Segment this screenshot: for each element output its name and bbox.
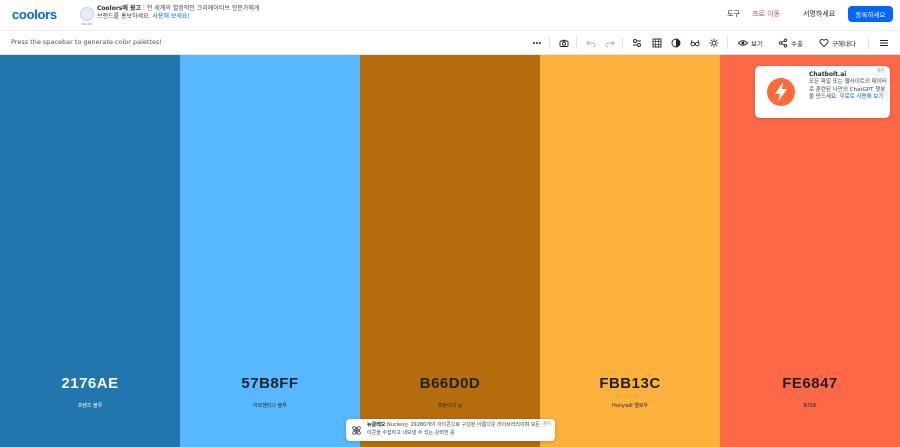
toolbar-divider — [727, 37, 728, 49]
sign-in-link[interactable]: 서명하세요 — [803, 9, 835, 19]
ad-card-cta[interactable]: 무료로 사용해 보기 — [840, 94, 884, 100]
toolbar-divider — [576, 37, 577, 49]
color-hex-code[interactable]: FE6847 — [720, 375, 900, 392]
export-label: 수출 — [791, 40, 803, 48]
color-column[interactable]: B66D0D 포탄이의 눈 — [360, 55, 540, 447]
adjust-palette-icon[interactable] — [632, 37, 642, 49]
save-button[interactable]: 구해내다 — [819, 37, 856, 49]
ad-card-body: 모든 파일 또는 웹사이트의 데이터로 훈련된 나만의 ChatGPT 챗봇을 … — [809, 79, 887, 102]
header-ad-cta[interactable]: 사용해 보세요! — [152, 13, 189, 20]
grid-view-icon[interactable] — [652, 37, 662, 49]
color-name: 프렌즈 블루 — [77, 403, 103, 409]
color-hex-code[interactable]: FBB13C — [540, 375, 720, 392]
nav-pro-link[interactable]: 프로 이동 — [752, 9, 780, 19]
color-name: 아르헨티나 블루 — [253, 403, 287, 409]
nucleo-logo-icon — [352, 426, 361, 435]
nav-tools-link[interactable]: 도구 — [727, 9, 740, 19]
eye-icon — [738, 40, 748, 46]
header-ad-lead: Coolors에 광고 — [97, 5, 142, 12]
color-name: 포탄이의 눈 — [437, 403, 463, 409]
chatbolt-logo-icon — [764, 75, 798, 109]
color-hex-code[interactable]: 2176AE — [0, 375, 180, 392]
hamburger-menu-icon[interactable] — [879, 37, 889, 49]
ad-card-title: Chatbolt.ai — [809, 71, 847, 78]
more-options-icon[interactable] — [532, 37, 542, 49]
heart-icon — [819, 39, 829, 48]
redo-icon[interactable] — [605, 37, 615, 49]
header-ad-text[interactable]: Coolors에 광고 : 전 세계의 열정적인 크리에이티브 전문가에게 브랜… — [97, 5, 262, 21]
sponsored-ad-card[interactable]: 광고 Chatbolt.ai 모든 파일 또는 웹사이트의 데이터로 훈련된 나… — [755, 66, 890, 118]
bottom-ad-lead: 뉴클레오 — [367, 422, 386, 428]
palette-toolbar: Press the spacebar to generate color pal… — [0, 30, 900, 55]
sign-up-button[interactable]: 등록하세요 — [848, 6, 893, 22]
color-column[interactable]: 2176AE 프렌즈 블루 — [0, 55, 180, 447]
camera-icon[interactable] — [559, 37, 569, 49]
view-button[interactable]: 보기 — [738, 37, 763, 49]
toolbar-divider — [622, 37, 623, 49]
save-label: 구해내다 — [832, 40, 856, 48]
color-hex-code[interactable]: 57B8FF — [180, 375, 360, 392]
color-blindness-icon[interactable] — [671, 37, 681, 49]
ad-brand-badge-label: BRAND — [81, 22, 93, 26]
color-hex-code[interactable]: B66D0D — [360, 375, 540, 392]
bottom-ad-banner[interactable]: 뉴클레오 Nucleo는 29280개의 아이콘으로 구성된 아름다운 라이브러… — [346, 419, 555, 441]
color-column[interactable]: 57B8FF 아르헨티나 블루 — [180, 55, 360, 447]
color-column[interactable]: FBB13C Hunyadi 옐로우 — [540, 55, 720, 447]
view-label: 보기 — [751, 40, 763, 48]
ad-brand-badge-icon — [80, 7, 94, 21]
undo-icon[interactable] — [586, 37, 596, 49]
bottom-ad-text: 뉴클레오 Nucleo는 29280개의 아이콘으로 구성된 아름다운 라이브러… — [367, 422, 547, 437]
color-name: Hunyadi 옐로우 — [611, 403, 649, 409]
toolbar-divider — [868, 37, 869, 49]
color-name: 토마토 — [803, 403, 817, 409]
coolors-logo[interactable]: coolors — [12, 7, 57, 22]
ad-tag: 광고 — [875, 68, 886, 73]
spacebar-hint: Press the spacebar to generate color pal… — [11, 38, 163, 46]
top-header: coolors BRAND Coolors에 광고 : 전 세계의 열정적인 크… — [0, 0, 900, 30]
bottom-ad-body: Nucleo는 29280개의 아이콘으로 구성된 아름다운 라이브러리이며 모… — [367, 422, 547, 436]
share-icon — [778, 38, 788, 48]
toolbar-divider — [549, 37, 550, 49]
brightness-icon[interactable] — [709, 37, 719, 49]
export-button[interactable]: 수출 — [778, 37, 803, 49]
ad-tag: 광고 — [541, 421, 552, 426]
glasses-icon[interactable] — [690, 37, 700, 49]
